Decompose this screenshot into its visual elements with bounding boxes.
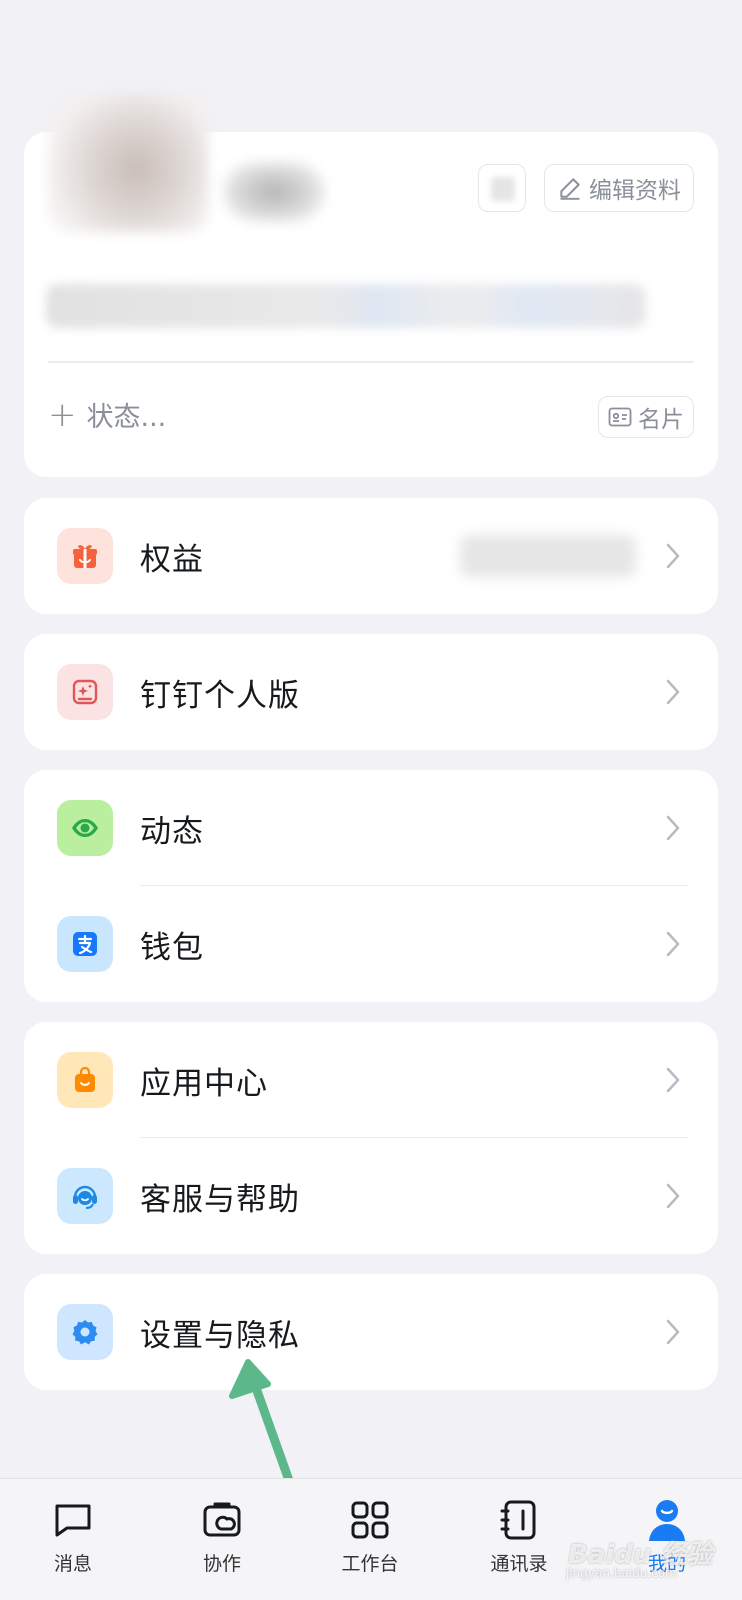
menu-item-label: 设置与隐私 [140,1317,300,1354]
menu-item-label: 钉钉个人版 [140,677,300,714]
business-card-button[interactable]: 名片 [598,396,694,438]
apps-support-group: 应用中心 客服与帮助 [24,1022,718,1254]
menu-item-support[interactable]: 客服与帮助 [24,1138,718,1254]
collab-icon [203,1502,241,1537]
chevron-right-icon [666,543,680,569]
divider [48,361,694,363]
menu-item-label: 应用中心 [140,1065,268,1102]
workbench-icon [351,1501,389,1539]
status-label: 状态... [86,402,167,433]
chevron-right-icon [666,931,680,957]
headset-icon [57,1168,113,1224]
menu-item-wallet[interactable]: 钱包 [24,886,718,1002]
chat-icon [55,1504,91,1537]
contacts-icon [500,1500,536,1540]
chevron-right-icon [666,1319,680,1345]
qr-code-button[interactable] [478,164,526,212]
menu-item-app-center[interactable]: 应用中心 [24,1022,718,1138]
benefits-value-redacted [460,535,636,577]
tab-contacts[interactable]: 通讯录 [469,1497,569,1576]
plus-icon: + [48,394,77,435]
gift-icon [57,528,113,584]
menu-item-label: 权益 [140,541,204,578]
menu-item-benefits[interactable]: 权益 [24,498,718,614]
menu-item-label: 钱包 [140,929,204,966]
watermark-url: jingyan.baidu.com [566,1566,677,1580]
tab-workbench[interactable]: 工作台 [320,1497,420,1576]
settings-group: 设置与隐私 [24,1274,718,1390]
avatar[interactable] [48,92,208,232]
tab-label: 通讯录 [490,1553,548,1575]
menu-item-settings[interactable]: 设置与隐私 [24,1274,718,1390]
edit-profile-label: 编辑资料 [589,178,681,204]
edit-profile-button[interactable]: 编辑资料 [544,164,694,212]
business-card-icon [608,407,632,427]
alipay-icon [57,916,113,972]
tab-label: 协作 [202,1553,241,1575]
eye-icon [57,800,113,856]
benefits-group: 权益 [24,498,718,614]
profile-card: 编辑资料 + 状态... 名片 [24,92,718,477]
tab-messages[interactable]: 消息 [23,1497,123,1576]
gear-icon [57,1304,113,1360]
moments-wallet-group: 动态 钱包 [24,770,718,1002]
shopping-bag-icon [57,1052,113,1108]
profile-info-redacted [46,284,646,328]
status-button[interactable]: + 状态... [48,395,166,434]
chevron-right-icon [666,815,680,841]
edit-pencil-icon [560,178,580,200]
sparkle-calendar-icon [57,664,113,720]
menu-item-label: 客服与帮助 [140,1181,300,1218]
tab-label: 工作台 [341,1553,399,1575]
chevron-right-icon [666,679,680,705]
business-card-label: 名片 [638,407,684,433]
chevron-right-icon [666,1067,680,1093]
tab-collab[interactable]: 协作 [172,1497,272,1576]
menu-item-moments[interactable]: 动态 [24,770,718,886]
user-name-redacted [224,162,324,222]
tab-label: 消息 [53,1553,92,1575]
menu-item-personal[interactable]: 钉钉个人版 [24,634,718,750]
menu-item-label: 动态 [140,813,204,850]
personal-group: 钉钉个人版 [24,634,718,750]
chevron-right-icon [666,1183,680,1209]
